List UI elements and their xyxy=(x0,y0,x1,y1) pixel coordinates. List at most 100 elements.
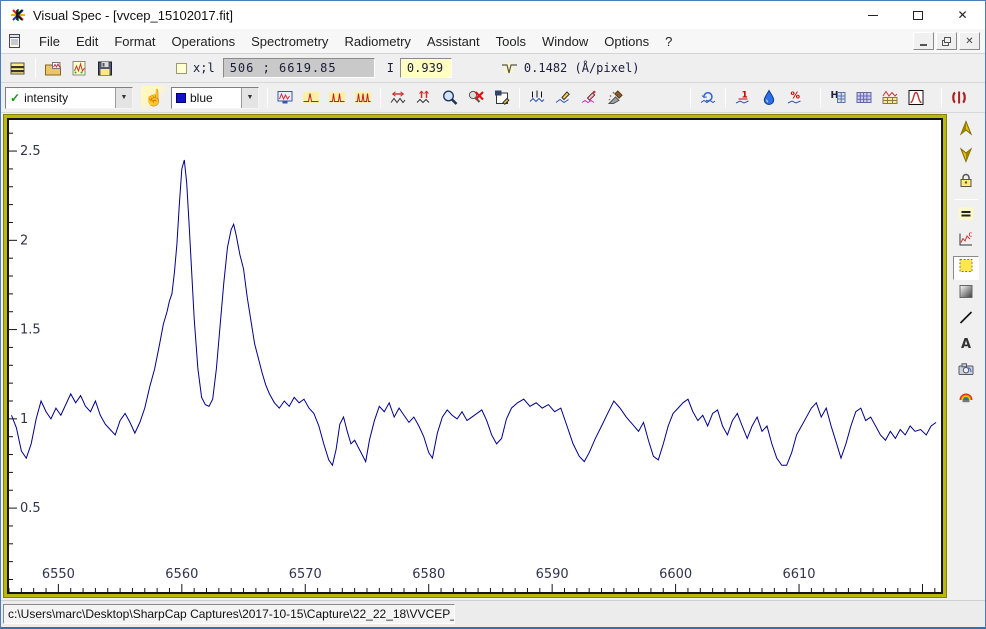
water-drop-button[interactable] xyxy=(757,86,781,109)
menu-window[interactable]: Window xyxy=(534,31,596,52)
svg-text:6560: 6560 xyxy=(165,567,198,582)
profiles-button[interactable] xyxy=(6,57,30,80)
display-spectrum-icon xyxy=(276,89,294,106)
diagonal-line-button[interactable] xyxy=(953,308,979,332)
check-icon: ✓ xyxy=(10,91,20,105)
title-bar: Visual Spec - [vvcep_15102017.fit] ✕ xyxy=(1,1,985,29)
series-select-arrow[interactable]: ▼ xyxy=(115,88,132,108)
camera-button[interactable] xyxy=(953,360,979,384)
window-title: Visual Spec - [vvcep_15102017.fit] xyxy=(33,8,233,23)
menu-edit[interactable]: Edit xyxy=(68,31,106,52)
svg-text:1.5: 1.5 xyxy=(20,323,41,338)
save-button[interactable] xyxy=(93,57,117,80)
menu-radiometry[interactable]: Radiometry xyxy=(336,31,418,52)
profiles-icon xyxy=(9,60,27,77)
svg-text:6570: 6570 xyxy=(289,567,322,582)
red-filter-button[interactable] xyxy=(947,86,971,109)
close-button[interactable]: ✕ xyxy=(940,1,985,29)
padlock-icon xyxy=(957,172,975,194)
unzoom-icon xyxy=(467,89,485,106)
table-profile-button[interactable] xyxy=(878,86,902,109)
selection-button[interactable] xyxy=(953,256,979,280)
nav-up-button[interactable] xyxy=(953,119,979,143)
open-image-button[interactable] xyxy=(41,57,65,80)
toolbar-separator xyxy=(380,88,381,108)
svg-text:%: % xyxy=(791,91,801,102)
line-ident-button[interactable] xyxy=(525,86,549,109)
color-select[interactable]: blue ▼ xyxy=(171,87,259,109)
toolbar-separator xyxy=(690,88,691,108)
svg-text:6610: 6610 xyxy=(783,567,816,582)
toolbar-separator xyxy=(941,88,942,108)
h-lines-table-button[interactable]: H xyxy=(826,86,850,109)
equals-icon xyxy=(957,205,975,227)
equals-button[interactable] xyxy=(953,204,979,228)
nav-down-button[interactable] xyxy=(953,145,979,169)
hand-pointer-icon: ☝ xyxy=(144,88,164,108)
normalize-one-button[interactable]: 1 xyxy=(731,86,755,109)
shift-horizontal-icon xyxy=(389,89,407,106)
shift-horizontal-button[interactable] xyxy=(386,86,410,109)
shift-vertical-button[interactable] xyxy=(412,86,436,109)
svg-text:6580: 6580 xyxy=(412,567,445,582)
toolbar-separator xyxy=(725,88,726,108)
padlock-button[interactable] xyxy=(953,171,979,195)
mdi-close-icon: ✕ xyxy=(965,36,973,47)
vspec-window: Visual Spec - [vvcep_15102017.fit] ✕ Fil… xyxy=(0,0,986,629)
one-peak-button[interactable] xyxy=(299,86,323,109)
menu-file[interactable]: File xyxy=(31,31,68,52)
mdi-restore-button[interactable] xyxy=(936,32,957,50)
open-profile-icon xyxy=(70,60,88,77)
display-spectrum-button[interactable] xyxy=(273,86,297,109)
table-profile-icon xyxy=(881,89,899,106)
gaussian-fit-button[interactable] xyxy=(904,86,928,109)
tools-toolbar-icons: 1% H xyxy=(272,86,972,109)
menu-tools[interactable]: Tools xyxy=(488,31,534,52)
percent-icon: % xyxy=(786,89,804,106)
zoom-button[interactable] xyxy=(438,86,462,109)
nav-up-icon xyxy=(957,120,975,142)
toolbar-separator xyxy=(820,88,821,108)
toolbar-separator xyxy=(267,88,268,108)
mdi-close-button[interactable]: ✕ xyxy=(959,32,980,50)
minimize-button[interactable] xyxy=(850,1,895,29)
main-area: 65506560657065806590660066100.511.522.5 … xyxy=(1,113,985,600)
three-peaks-button[interactable] xyxy=(351,86,375,109)
eraser-brush-button[interactable] xyxy=(603,86,627,109)
unzoom-button[interactable] xyxy=(464,86,488,109)
rainbow-button[interactable] xyxy=(953,386,979,410)
svg-text:6550: 6550 xyxy=(42,567,75,582)
close-icon: ✕ xyxy=(957,8,967,22)
coord-checkbox[interactable] xyxy=(176,63,187,74)
pencil-button[interactable] xyxy=(577,86,601,109)
line-ident-icon xyxy=(528,89,546,106)
file-toolbar-icons xyxy=(5,57,118,80)
clipboard-button[interactable] xyxy=(490,86,514,109)
eraser-brush-icon xyxy=(606,89,624,106)
gradient-button[interactable] xyxy=(953,282,979,306)
menu-[interactable]: ? xyxy=(657,31,680,52)
hand-pointer-button[interactable]: ☝ xyxy=(141,86,167,110)
menu-spectrometry[interactable]: Spectrometry xyxy=(243,31,336,52)
menu-options[interactable]: Options xyxy=(596,31,657,52)
two-peaks-icon xyxy=(328,89,346,106)
toolbar-separator xyxy=(519,88,520,108)
menu-format[interactable]: Format xyxy=(106,31,163,52)
pen-button[interactable] xyxy=(551,86,575,109)
text-a-button[interactable]: A xyxy=(953,334,979,358)
chart-c-button[interactable]: c xyxy=(953,230,979,254)
percent-button[interactable]: % xyxy=(783,86,807,109)
undo-curve-button[interactable] xyxy=(696,86,720,109)
series-select[interactable]: ✓intensity ▼ xyxy=(5,87,133,109)
color-select-arrow[interactable]: ▼ xyxy=(241,88,258,108)
periodic-table-button[interactable] xyxy=(852,86,876,109)
two-peaks-button[interactable] xyxy=(325,86,349,109)
menu-assistant[interactable]: Assistant xyxy=(419,31,488,52)
maximize-button[interactable] xyxy=(895,1,940,29)
document-icon[interactable] xyxy=(7,33,23,49)
spectrum-plot-svg: 65506560657065806590660066100.511.522.5 xyxy=(9,120,941,592)
mdi-minimize-button[interactable] xyxy=(913,32,934,50)
menu-operations[interactable]: Operations xyxy=(164,31,244,52)
spectrum-plot[interactable]: 65506560657065806590660066100.511.522.5 xyxy=(7,118,943,594)
open-profile-button[interactable] xyxy=(67,57,91,80)
